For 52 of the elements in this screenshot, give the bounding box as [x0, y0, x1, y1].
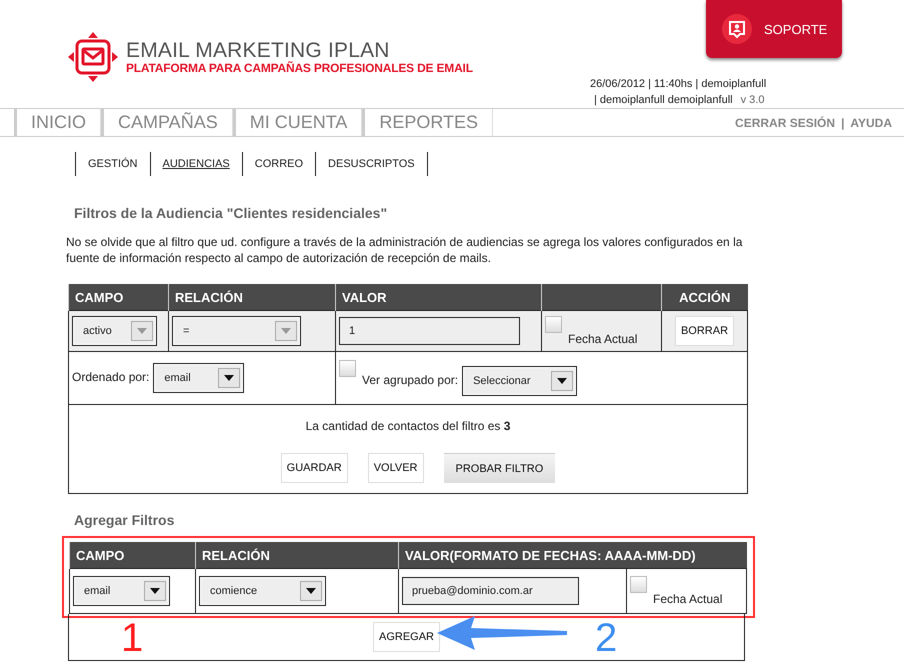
envelope-logo-icon — [68, 32, 118, 82]
session-user: | demoiplanfull demoiplanfull — [594, 93, 733, 108]
session-info: 26/06/2012 | 11:40hs | demoiplanfull — [590, 77, 766, 92]
value-field[interactable]: prueba@dominio.com.ar — [402, 577, 579, 605]
action-button[interactable]: GUARDAR — [280, 453, 348, 483]
column-header: RELACIÓN — [196, 542, 398, 568]
field-select[interactable]: activo — [72, 316, 157, 346]
checkbox[interactable] — [630, 576, 647, 593]
sort-label: Ordenado por: — [72, 370, 150, 384]
chat-person-icon — [722, 14, 752, 44]
column-header: CAMPO — [70, 542, 196, 568]
sub-tab[interactable]: DESUSCRIPTOS — [315, 152, 428, 176]
link-separator: | — [841, 116, 844, 130]
nav-link[interactable]: AYUDA — [850, 116, 892, 130]
action-button[interactable]: PROBAR FILTRO — [444, 453, 556, 483]
column-header: VALOR(FORMATO DE FECHAS: AAAA-MM-DD) — [398, 542, 747, 568]
checkbox[interactable] — [339, 360, 356, 377]
column-header: RELACIÓN — [168, 284, 336, 310]
group-label: Ver agrupado por: — [362, 373, 458, 387]
nav-tab[interactable]: INICIO — [14, 109, 102, 136]
checkbox-label: Fecha Actual — [568, 332, 638, 346]
sub-tab[interactable]: AUDIENCIAS — [150, 152, 242, 176]
action-button[interactable]: VOLVER — [368, 453, 424, 483]
nav-tab[interactable]: CAMPAÑAS — [101, 109, 233, 136]
relation-select[interactable]: comience — [199, 576, 326, 606]
field-select[interactable]: email — [73, 576, 170, 606]
step-number: 1 — [121, 618, 144, 658]
sub-tab[interactable]: GESTIÓN — [75, 152, 150, 176]
logo-subtitle: PLATAFORMA PARA CAMPAÑAS PROFESIONALES DE EMAIL — [126, 62, 473, 74]
column-header: VALOR — [336, 284, 542, 310]
section-title: Agregar Filtros — [74, 512, 176, 528]
add-button[interactable]: AGREGAR — [372, 622, 440, 652]
step-number: 2 — [595, 618, 618, 658]
group-select[interactable]: Seleccionar — [462, 366, 578, 396]
version-text: v 3.0 — [740, 93, 764, 108]
section-title: Filtros de la Audiencia "Clientes residenciales" — [74, 205, 388, 221]
checkbox[interactable] — [545, 316, 562, 333]
nav-link[interactable]: CERRAR SESIÓN — [735, 116, 836, 130]
nav-tab[interactable]: MI CUENTA — [232, 109, 362, 136]
column-header: CAMPO — [68, 284, 168, 310]
value-field[interactable]: 1 — [339, 317, 520, 345]
checkbox-label: Fecha Actual — [653, 592, 722, 606]
sort-select[interactable]: email — [153, 363, 244, 393]
notice-text: No se olvide que al filtro que ud. configure a través de la administración de audiencias se agrega los valores configurados en la fuente de información respecto al campo de autorización de recepción de mails. — [66, 234, 744, 266]
relation-select[interactable]: = — [172, 316, 301, 346]
delete-button[interactable]: BORRAR — [674, 316, 734, 346]
sub-tab[interactable]: CORREO — [242, 152, 316, 176]
nav-tab[interactable]: REPORTES — [362, 109, 494, 136]
logo-title: EMAIL MARKETING IPLAN — [126, 40, 391, 62]
column-header: ACCIÓN — [662, 284, 748, 310]
contact-count: La cantidad de contactos del filtro es 3 — [304, 419, 512, 433]
support-button[interactable]: SOPORTE — [706, 0, 842, 58]
